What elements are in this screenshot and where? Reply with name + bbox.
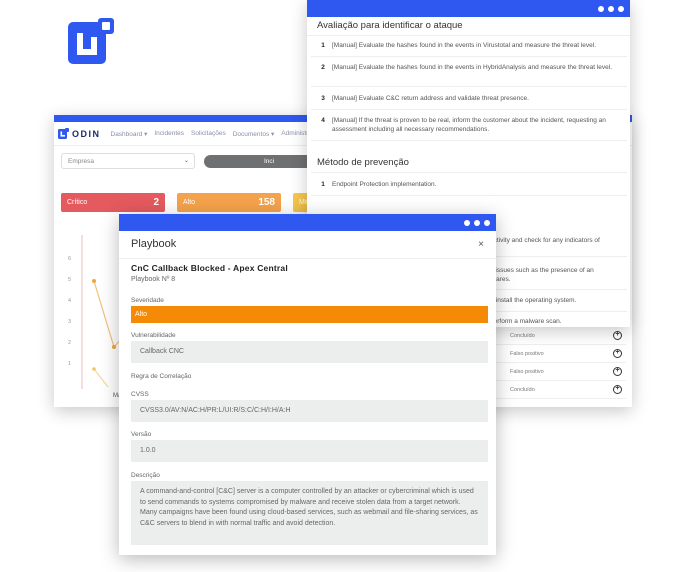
version-label: Versão [131,431,152,438]
step-text: [Manual] Evaluate C&C return address and… [332,95,529,102]
row-status: Concluído [510,332,535,339]
nav-documentos[interactable]: Documentos ▾ [233,130,275,138]
assessment-step: 4 [Manual] If the threat is proven to be… [317,116,623,134]
prevention-step-text: activity and check for any indicators of [490,237,600,244]
window-dot-icon[interactable] [608,5,614,12]
assessment-step: 3 [Manual] Evaluate C&C return address a… [317,94,623,103]
description-label: Descrição [131,472,160,479]
severity-field: Alto [131,306,488,323]
add-circle-icon[interactable]: + [613,385,622,394]
divider [311,86,627,87]
step-number: 3 [321,95,325,102]
window-dot-icon[interactable] [464,219,470,226]
window-dot-icon[interactable] [598,5,604,12]
add-circle-icon[interactable]: + [613,349,622,358]
step-text: [Manual] If the threat is proven to be r… [332,117,606,133]
playbook-modal: Playbook × CnC Callback Blocked - Apex C… [119,214,496,555]
step-text: Endpoint Protection implementation. [332,181,437,188]
severity-card-critical[interactable]: Crítico 2 [61,193,165,212]
add-circle-icon[interactable]: + [613,331,622,340]
row-status: Falso positivo [510,350,544,357]
severity-label: Severidade [131,297,164,304]
step-number: 4 [321,117,325,124]
close-icon[interactable]: × [478,239,484,250]
severity-card-label: Crítico [67,199,88,206]
nav-dashboard[interactable]: Dashboard ▾ [111,130,148,138]
prevention-step-text: d issues such as the presence of an [490,267,594,274]
cvss-field: CVSS3.0/AV:N/AC:H/PR:L/UI:R/S:C/C:H/I:H/… [131,400,488,422]
divider [311,195,627,196]
assessment-step: 1 [Manual] Evaluate the hashes found in … [317,41,623,50]
company-select-placeholder: Empresa [68,158,95,165]
step-text: [Manual] Evaluate the hashes found in th… [332,42,597,49]
table-row: Concluído + [494,327,626,345]
version-field: 1.0.0 [131,440,488,462]
brand-logo-icon [68,18,114,64]
step-number: 1 [321,42,325,49]
add-circle-icon[interactable]: + [613,367,622,376]
step-number: 2 [321,64,325,71]
vulnerability-field: Callback CNC [131,341,488,363]
correlation-rule-label: Regra de Correlação [131,373,192,380]
playbook-number: Playbook Nº 8 [131,276,176,283]
description-field: A command-and-control [C&C] server is a … [131,481,488,545]
company-select[interactable]: Empresa ⌄ [61,153,195,169]
severity-card-high[interactable]: Alto 158 [177,193,281,212]
window-dot-icon[interactable] [484,219,490,226]
step-number: 1 [321,181,325,188]
divider [311,140,627,141]
row-status: Falso positivo [510,368,544,375]
window-dot-icon[interactable] [618,5,624,12]
severity-card-label: Alto [183,199,196,206]
assessment-step: 2 [Manual] Evaluate the hashes found in … [317,63,623,72]
window-title-bar [119,214,496,231]
chart-lines [81,235,124,389]
playbook-name: CnC Callback Blocked - Apex Central [131,263,288,273]
severity-card-count: 158 [258,197,275,208]
divider [311,109,627,110]
severity-card-count: 2 [153,197,159,208]
prevention-step-text: perform a malware scan. [490,318,562,325]
step-text: [Manual] Evaluate the hashes found in th… [332,64,613,71]
table-row: Falso positivo + [494,363,626,381]
divider [311,172,627,173]
window-dot-icon[interactable] [474,219,480,226]
playbook-header: Playbook × [119,231,496,259]
table-row: Falso positivo + [494,345,626,363]
prevention-step: 1 Endpoint Protection implementation. [317,180,623,189]
prevention-title: Método de prevenção [317,157,409,168]
divider [311,56,627,57]
chevron-down-icon: ⌄ [183,158,189,164]
odin-wordmark: ODIN [72,128,101,139]
nav-incidentes[interactable]: Incidentes [154,130,184,137]
cvss-label: CVSS [131,391,149,398]
incidents-chart: 6 5 4 3 2 1 Ma [58,231,124,401]
prevention-step-text: reinstall the operating system. [490,297,577,304]
playbook-title: Playbook [131,238,177,250]
vulnerability-label: Vulnerabilidade [131,332,176,339]
nav-solicitacoes[interactable]: Solicitações [191,130,226,137]
row-status: Concluído [510,386,535,393]
window-title-bar [307,0,630,17]
table-row: Concluído + [494,381,626,399]
assessment-title: Avaliação para identificar o ataque [307,17,630,36]
odin-logo-icon [58,128,69,139]
